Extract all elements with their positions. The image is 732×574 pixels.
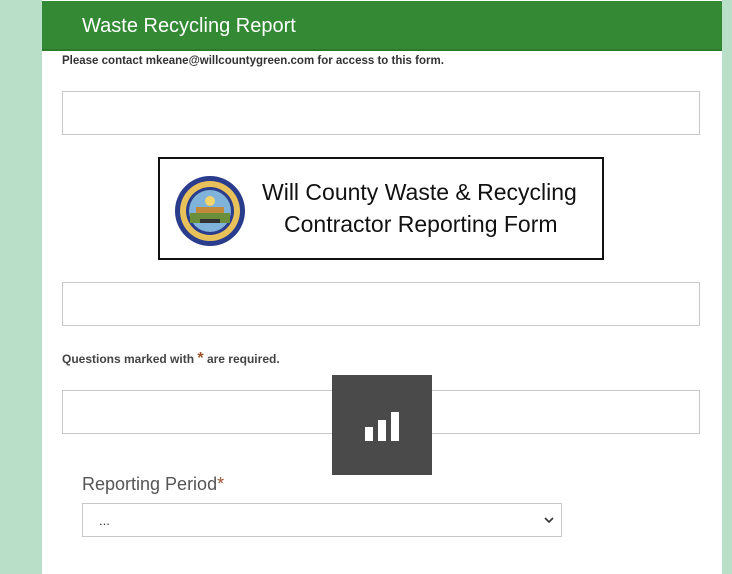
text-field-1[interactable] bbox=[62, 91, 700, 135]
form-header: Waste Recycling Report bbox=[42, 1, 722, 51]
reporting-period-label: Reporting Period* bbox=[82, 474, 224, 495]
banner-line-2: Contractor Reporting Form bbox=[284, 211, 558, 237]
county-seal-icon bbox=[175, 176, 245, 246]
reporting-period-text: Reporting Period bbox=[82, 474, 218, 494]
required-star: * bbox=[197, 350, 204, 367]
form-title: Waste Recycling Report bbox=[82, 15, 296, 37]
contact-note: Please contact mkeane@willcountygreen.co… bbox=[62, 55, 444, 67]
reporting-period-required-star: * bbox=[217, 474, 225, 494]
chevron-down-icon bbox=[544, 517, 554, 524]
reporting-period-selected-value: ... bbox=[99, 513, 110, 528]
loading-overlay bbox=[332, 375, 432, 475]
banner-line-1: Will County Waste & Recycling bbox=[262, 179, 577, 205]
required-note-prefix: Questions marked with bbox=[62, 352, 195, 366]
required-note: Questions marked with * are required. bbox=[62, 350, 280, 368]
reporting-period-select[interactable]: ... bbox=[82, 503, 562, 537]
text-field-2[interactable] bbox=[62, 282, 700, 326]
required-note-suffix: are required. bbox=[206, 352, 280, 366]
form-panel: Waste Recycling Report Please contact mk… bbox=[42, 0, 722, 574]
form-banner: Will County Waste & Recycling Contractor… bbox=[158, 157, 604, 260]
